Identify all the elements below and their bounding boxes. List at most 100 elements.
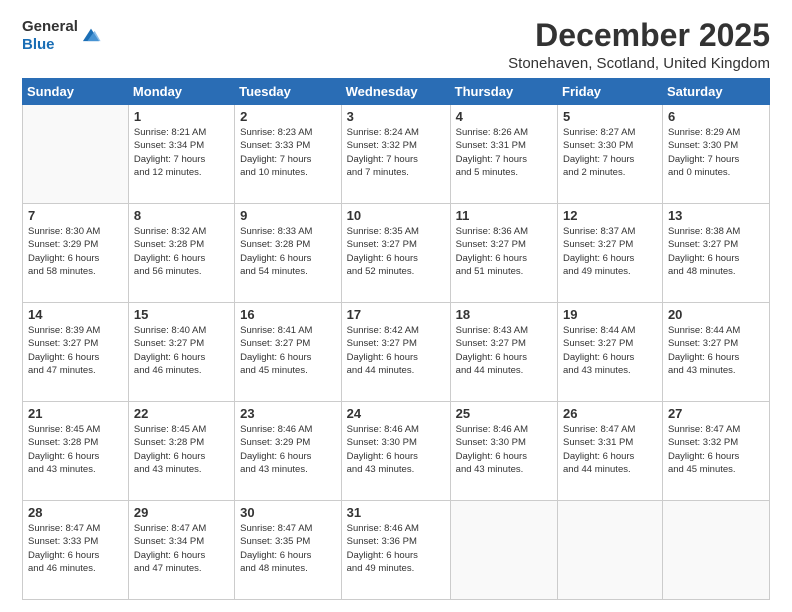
col-tuesday: Tuesday	[235, 79, 342, 105]
day-number: 8	[134, 208, 229, 223]
day-info: Sunrise: 8:27 AMSunset: 3:30 PMDaylight:…	[563, 126, 657, 179]
calendar-cell: 19 Sunrise: 8:44 AMSunset: 3:27 PMDayligh…	[558, 303, 663, 402]
col-thursday: Thursday	[450, 79, 557, 105]
day-info: Sunrise: 8:36 AMSunset: 3:27 PMDaylight:…	[456, 225, 552, 278]
day-number: 24	[347, 406, 445, 421]
day-info: Sunrise: 8:32 AMSunset: 3:28 PMDaylight:…	[134, 225, 229, 278]
logo-blue: Blue	[22, 36, 55, 53]
day-number: 7	[28, 208, 123, 223]
day-info: Sunrise: 8:47 AMSunset: 3:33 PMDaylight:…	[28, 522, 123, 575]
day-info: Sunrise: 8:47 AMSunset: 3:34 PMDaylight:…	[134, 522, 229, 575]
calendar-cell: 6 Sunrise: 8:29 AMSunset: 3:30 PMDaylight…	[662, 105, 769, 204]
calendar-cell: 1Sunrise: 8:21 AMSunset: 3:34 PMDaylight…	[128, 105, 234, 204]
day-number: 4	[456, 109, 552, 124]
logo-text: General Blue	[22, 18, 78, 54]
day-info: Sunrise: 8:46 AMSunset: 3:29 PMDaylight:…	[240, 423, 336, 476]
day-number: 27	[668, 406, 764, 421]
header: General Blue December 2025 Stonehaven, S…	[22, 18, 770, 72]
day-info: Sunrise: 8:37 AMSunset: 3:27 PMDaylight:…	[563, 225, 657, 278]
day-info: Sunrise: 8:26 AMSunset: 3:31 PMDaylight:…	[456, 126, 552, 179]
calendar-cell: 30Sunrise: 8:47 AMSunset: 3:35 PMDayligh…	[235, 501, 342, 600]
logo-icon	[80, 25, 102, 47]
calendar-cell: 21 Sunrise: 8:45 AMSunset: 3:28 PMDayligh…	[23, 402, 129, 501]
calendar-cell: 16 Sunrise: 8:41 AMSunset: 3:27 PMDayligh…	[235, 303, 342, 402]
day-number: 21	[28, 406, 123, 421]
calendar-cell: 7 Sunrise: 8:30 AMSunset: 3:29 PMDaylight…	[23, 204, 129, 303]
day-number: 9	[240, 208, 336, 223]
calendar-week-3: 14Sunrise: 8:39 AMSunset: 3:27 PMDayligh…	[23, 303, 770, 402]
calendar-cell: 13 Sunrise: 8:38 AMSunset: 3:27 PMDayligh…	[662, 204, 769, 303]
day-number: 15	[134, 307, 229, 322]
main-title: December 2025	[508, 18, 770, 53]
calendar-cell: 26Sunrise: 8:47 AMSunset: 3:31 PMDayligh…	[558, 402, 663, 501]
day-info: Sunrise: 8:46 AMSunset: 3:30 PMDaylight:…	[456, 423, 552, 476]
day-number: 20	[668, 307, 764, 322]
day-info: Sunrise: 8:42 AMSunset: 3:27 PMDaylight:…	[347, 324, 445, 377]
calendar-cell: 15 Sunrise: 8:40 AMSunset: 3:27 PMDayligh…	[128, 303, 234, 402]
day-info: Sunrise: 8:44 AMSunset: 3:27 PMDaylight:…	[563, 324, 657, 377]
day-info: Sunrise: 8:47 AMSunset: 3:35 PMDaylight:…	[240, 522, 336, 575]
day-number: 14	[28, 307, 123, 322]
day-number: 17	[347, 307, 445, 322]
day-info: Sunrise: 8:40 AMSunset: 3:27 PMDaylight:…	[134, 324, 229, 377]
calendar-cell: 24 Sunrise: 8:46 AMSunset: 3:30 PMDayligh…	[341, 402, 450, 501]
calendar-cell	[23, 105, 129, 204]
day-info: Sunrise: 8:46 AMSunset: 3:30 PMDaylight:…	[347, 423, 445, 476]
day-number: 19	[563, 307, 657, 322]
calendar-week-1: 1Sunrise: 8:21 AMSunset: 3:34 PMDaylight…	[23, 105, 770, 204]
calendar-cell: 9 Sunrise: 8:33 AMSunset: 3:28 PMDaylight…	[235, 204, 342, 303]
day-number: 26	[563, 406, 657, 421]
day-number: 13	[668, 208, 764, 223]
calendar-cell: 25Sunrise: 8:46 AMSunset: 3:30 PMDayligh…	[450, 402, 557, 501]
day-number: 31	[347, 505, 445, 520]
calendar-cell: 4 Sunrise: 8:26 AMSunset: 3:31 PMDaylight…	[450, 105, 557, 204]
col-friday: Friday	[558, 79, 663, 105]
calendar-cell: 28 Sunrise: 8:47 AMSunset: 3:33 PMDayligh…	[23, 501, 129, 600]
day-info: Sunrise: 8:29 AMSunset: 3:30 PMDaylight:…	[668, 126, 764, 179]
day-number: 5	[563, 109, 657, 124]
calendar-cell: 29 Sunrise: 8:47 AMSunset: 3:34 PMDayligh…	[128, 501, 234, 600]
day-info: Sunrise: 8:33 AMSunset: 3:28 PMDaylight:…	[240, 225, 336, 278]
calendar-cell: 17 Sunrise: 8:42 AMSunset: 3:27 PMDayligh…	[341, 303, 450, 402]
logo: General Blue	[22, 18, 102, 54]
day-number: 3	[347, 109, 445, 124]
header-row: Sunday Monday Tuesday Wednesday Thursday…	[23, 79, 770, 105]
calendar-cell: 8 Sunrise: 8:32 AMSunset: 3:28 PMDaylight…	[128, 204, 234, 303]
day-info: Sunrise: 8:21 AMSunset: 3:34 PMDaylight:…	[134, 126, 229, 179]
calendar-week-2: 7 Sunrise: 8:30 AMSunset: 3:29 PMDaylight…	[23, 204, 770, 303]
day-info: Sunrise: 8:23 AMSunset: 3:33 PMDaylight:…	[240, 126, 336, 179]
calendar-cell: 20Sunrise: 8:44 AMSunset: 3:27 PMDayligh…	[662, 303, 769, 402]
calendar-cell: 14Sunrise: 8:39 AMSunset: 3:27 PMDayligh…	[23, 303, 129, 402]
col-sunday: Sunday	[23, 79, 129, 105]
subtitle: Stonehaven, Scotland, United Kingdom	[508, 55, 770, 72]
calendar-cell	[558, 501, 663, 600]
calendar-cell: 5 Sunrise: 8:27 AMSunset: 3:30 PMDaylight…	[558, 105, 663, 204]
day-info: Sunrise: 8:38 AMSunset: 3:27 PMDaylight:…	[668, 225, 764, 278]
day-number: 12	[563, 208, 657, 223]
calendar-cell: 2Sunrise: 8:23 AMSunset: 3:33 PMDaylight…	[235, 105, 342, 204]
day-number: 18	[456, 307, 552, 322]
calendar-cell: 10Sunrise: 8:35 AMSunset: 3:27 PMDayligh…	[341, 204, 450, 303]
calendar-cell: 31 Sunrise: 8:46 AMSunset: 3:36 PMDayligh…	[341, 501, 450, 600]
day-info: Sunrise: 8:30 AMSunset: 3:29 PMDaylight:…	[28, 225, 123, 278]
day-number: 28	[28, 505, 123, 520]
calendar-cell: 23 Sunrise: 8:46 AMSunset: 3:29 PMDayligh…	[235, 402, 342, 501]
day-info: Sunrise: 8:45 AMSunset: 3:28 PMDaylight:…	[134, 423, 229, 476]
day-number: 10	[347, 208, 445, 223]
calendar-cell	[662, 501, 769, 600]
day-number: 23	[240, 406, 336, 421]
day-number: 6	[668, 109, 764, 124]
day-info: Sunrise: 8:41 AMSunset: 3:27 PMDaylight:…	[240, 324, 336, 377]
calendar-cell: 22 Sunrise: 8:45 AMSunset: 3:28 PMDayligh…	[128, 402, 234, 501]
day-info: Sunrise: 8:24 AMSunset: 3:32 PMDaylight:…	[347, 126, 445, 179]
day-number: 16	[240, 307, 336, 322]
calendar-week-4: 21 Sunrise: 8:45 AMSunset: 3:28 PMDayligh…	[23, 402, 770, 501]
logo-general: General	[22, 18, 78, 35]
calendar-cell: 18Sunrise: 8:43 AMSunset: 3:27 PMDayligh…	[450, 303, 557, 402]
calendar-cell: 3 Sunrise: 8:24 AMSunset: 3:32 PMDaylight…	[341, 105, 450, 204]
day-info: Sunrise: 8:46 AMSunset: 3:36 PMDaylight:…	[347, 522, 445, 575]
day-number: 29	[134, 505, 229, 520]
day-number: 22	[134, 406, 229, 421]
day-info: Sunrise: 8:45 AMSunset: 3:28 PMDaylight:…	[28, 423, 123, 476]
title-block: December 2025 Stonehaven, Scotland, Unit…	[508, 18, 770, 72]
